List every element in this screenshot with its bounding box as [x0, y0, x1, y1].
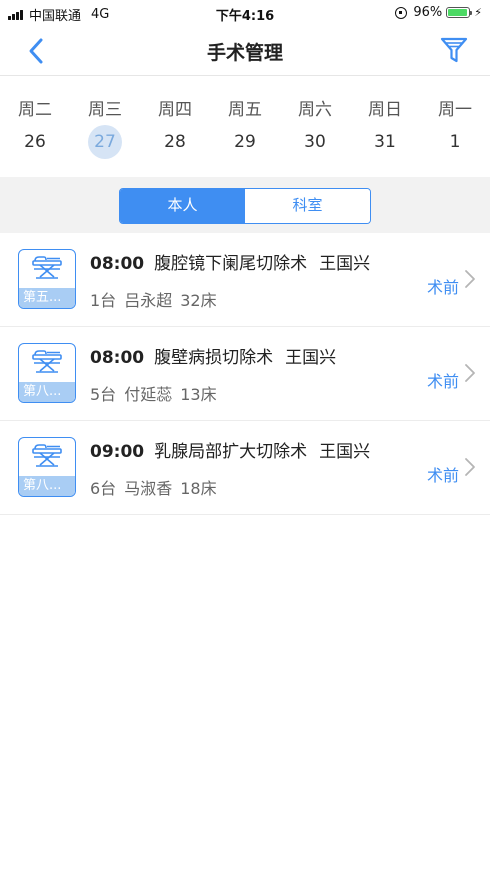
filter-button[interactable]: [438, 34, 470, 66]
day-number: 31: [374, 132, 396, 152]
status-right: 96% ⚡: [395, 5, 482, 20]
status-bar: 中国联通 4G 下午4:16 96% ⚡: [0, 0, 490, 26]
surgery-status: 术前: [426, 278, 459, 297]
surgery-time: 09:00: [90, 442, 145, 462]
surgery-title: 08:00 腹腔镜下阑尾切除术 王国兴: [90, 249, 370, 274]
day-number: 26: [24, 132, 46, 152]
surgeon-name: 王国兴: [285, 348, 337, 368]
charging-icon: ⚡: [474, 6, 482, 19]
operating-room-badge: 第八...: [18, 437, 76, 497]
rotation-lock-icon: [395, 6, 408, 19]
surgery-details: 5台 付延蕊 13床: [90, 381, 225, 405]
surgery-title: 09:00 乳腺局部扩大切除术 王国兴: [90, 437, 370, 462]
day-wed[interactable]: 周三 27: [70, 77, 140, 159]
surgery-row[interactable]: 第五... 08:00 腹腔镜下阑尾切除术 王国兴 1台 吕永超 32床 术前: [0, 233, 490, 327]
day-sun[interactable]: 周日 31: [350, 77, 420, 159]
surgery-list: 第五... 08:00 腹腔镜下阑尾切除术 王国兴 1台 吕永超 32床 术前 第八..…: [0, 233, 490, 515]
table-order: 5台: [90, 385, 117, 404]
day-name: 周一: [438, 100, 472, 120]
bed-number: 18床: [180, 479, 217, 498]
surgery-time: 08:00: [90, 348, 145, 368]
segment-department[interactable]: 科室: [245, 189, 370, 223]
day-name: 周三: [88, 100, 122, 120]
procedure-name: 腹腔镜下阑尾切除术: [154, 254, 308, 274]
day-name: 周六: [298, 100, 332, 120]
surgery-status: 术前: [426, 466, 459, 485]
bed-number: 13床: [180, 385, 217, 404]
day-sat[interactable]: 周六 30: [280, 77, 350, 159]
surgery-status: 术前: [426, 372, 459, 391]
patient-name: 付延蕊: [124, 385, 173, 404]
filter-icon: [440, 37, 468, 63]
operating-room-badge: 第五...: [18, 249, 76, 309]
page-title: 手术管理: [206, 42, 283, 64]
surgical-bed-icon: [32, 350, 62, 373]
table-order: 1台: [90, 291, 117, 310]
room-label: 第八...: [19, 382, 75, 402]
surgical-bed-icon: [32, 444, 62, 467]
segment-personal[interactable]: 本人: [120, 189, 245, 223]
day-number: 1: [449, 132, 461, 152]
table-order: 6台: [90, 479, 117, 498]
day-fri[interactable]: 周五 29: [210, 77, 280, 159]
surgery-details: 6台 马淑香 18床: [90, 475, 225, 499]
surgical-bed-icon: [32, 256, 62, 279]
day-mon[interactable]: 周一 1: [420, 77, 490, 159]
chevron-right-icon: [465, 364, 475, 382]
surgery-details: 1台 吕永超 32床: [90, 287, 225, 311]
operating-room-badge: 第八...: [18, 343, 76, 403]
battery-percent: 96%: [413, 5, 443, 20]
room-label: 第八...: [19, 476, 75, 496]
surgery-row[interactable]: 第八... 08:00 腹壁病损切除术 王国兴 5台 付延蕊 13床 术前: [0, 327, 490, 421]
day-name: 周五: [228, 100, 262, 120]
day-thu[interactable]: 周四 28: [140, 77, 210, 159]
day-number: 29: [234, 132, 256, 152]
room-label: 第五...: [19, 288, 75, 308]
bed-number: 32床: [180, 291, 217, 310]
day-tue[interactable]: 周二 26: [0, 77, 70, 159]
surgeon-name: 王国兴: [319, 254, 371, 274]
chevron-right-icon: [465, 270, 475, 288]
patient-name: 吕永超: [124, 291, 173, 310]
surgery-row[interactable]: 第八... 09:00 乳腺局部扩大切除术 王国兴 6台 马淑香 18床 术前: [0, 421, 490, 515]
week-strip: 周二 26 周三 27 周四 28 周五 29 周六 30 周日 31 周一 1: [0, 77, 490, 177]
battery-icon: [446, 7, 473, 18]
nav-bar: 手术管理: [0, 26, 490, 76]
day-number: 28: [164, 132, 186, 152]
surgery-title: 08:00 腹壁病损切除术 王国兴: [90, 343, 336, 368]
chevron-right-icon: [465, 458, 475, 476]
surgery-time: 08:00: [90, 254, 145, 274]
day-number: 27: [88, 125, 122, 159]
procedure-name: 乳腺局部扩大切除术: [154, 442, 308, 462]
patient-name: 马淑香: [124, 479, 173, 498]
day-name: 周二: [18, 100, 52, 120]
day-number: 30: [304, 132, 326, 152]
segment-area: 本人 科室: [0, 177, 490, 233]
procedure-name: 腹壁病损切除术: [154, 348, 274, 368]
day-name: 周四: [158, 100, 192, 120]
scope-segmented-control: 本人 科室: [119, 188, 371, 224]
surgeon-name: 王国兴: [319, 442, 371, 462]
day-name: 周日: [368, 100, 402, 120]
